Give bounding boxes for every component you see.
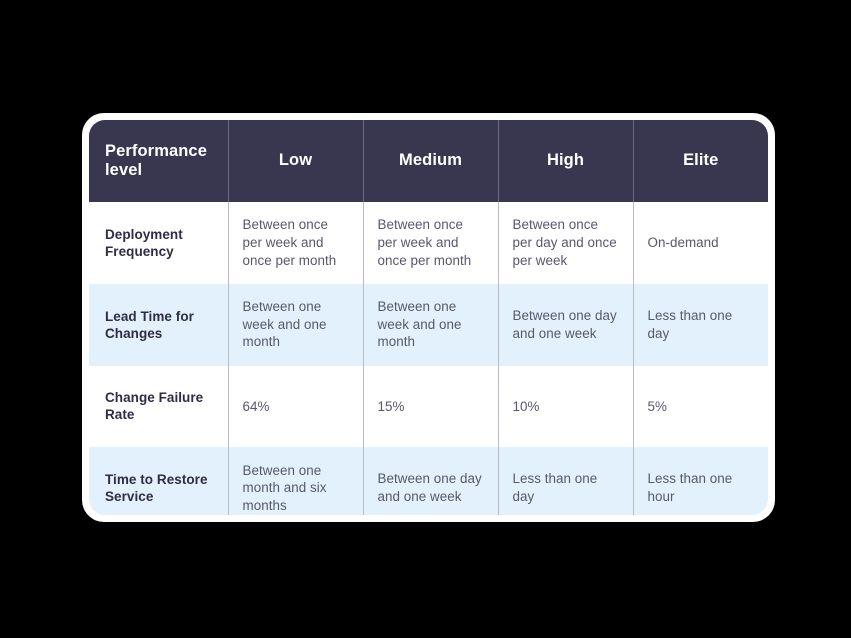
cell-lead-time-high: Between one day and one week	[498, 283, 634, 366]
cell-lead-time-medium: Between one week and one month	[363, 283, 499, 366]
header-row: Performance level Low Medium High Elite	[89, 120, 768, 202]
row-label-deployment-frequency: Deployment Frequency	[89, 202, 229, 284]
cell-time-to-restore-high: Less than one day	[498, 447, 634, 515]
cell-time-to-restore-low: Between one month and six months	[228, 447, 364, 515]
table-clip: Performance level Low Medium High Elite …	[89, 120, 768, 515]
cell-deployment-frequency-medium: Between once per week and once per month	[363, 202, 499, 284]
cell-time-to-restore-elite: Less than one hour	[633, 447, 768, 515]
cell-lead-time-elite: Less than one day	[633, 283, 768, 366]
table-row: Lead Time for Changes Between one week a…	[89, 283, 768, 366]
header-low: Low	[228, 120, 364, 202]
header-elite: Elite	[633, 120, 768, 202]
cell-change-failure-rate-elite: 5%	[633, 365, 768, 448]
row-label-change-failure-rate: Change Failure Rate	[89, 365, 229, 448]
table-row: Change Failure Rate 64% 15% 10% 5%	[89, 365, 768, 448]
cell-time-to-restore-medium: Between one day and one week	[363, 447, 499, 515]
cell-lead-time-low: Between one week and one month	[228, 283, 364, 366]
table-body: Deployment Frequency Between once per we…	[89, 202, 768, 515]
dora-performance-table: Performance level Low Medium High Elite …	[89, 120, 768, 515]
cell-deployment-frequency-elite: On-demand	[633, 202, 768, 284]
performance-matrix-card: Performance level Low Medium High Elite …	[82, 113, 775, 522]
header-high: High	[498, 120, 634, 202]
cell-deployment-frequency-high: Between once per day and once per week	[498, 202, 634, 284]
cell-change-failure-rate-high: 10%	[498, 365, 634, 448]
row-label-time-to-restore-service: Time to Restore Service	[89, 447, 229, 515]
screenshot-stage: Performance level Low Medium High Elite …	[0, 0, 851, 638]
table-row: Deployment Frequency Between once per we…	[89, 202, 768, 284]
table-header: Performance level Low Medium High Elite	[89, 120, 768, 202]
cell-deployment-frequency-low: Between once per week and once per month	[228, 202, 364, 284]
row-label-lead-time-for-changes: Lead Time for Changes	[89, 283, 229, 366]
header-performance-level: Performance level	[89, 120, 229, 202]
cell-change-failure-rate-medium: 15%	[363, 365, 499, 448]
cell-change-failure-rate-low: 64%	[228, 365, 364, 448]
table-row: Time to Restore Service Between one mont…	[89, 447, 768, 515]
header-medium: Medium	[363, 120, 499, 202]
